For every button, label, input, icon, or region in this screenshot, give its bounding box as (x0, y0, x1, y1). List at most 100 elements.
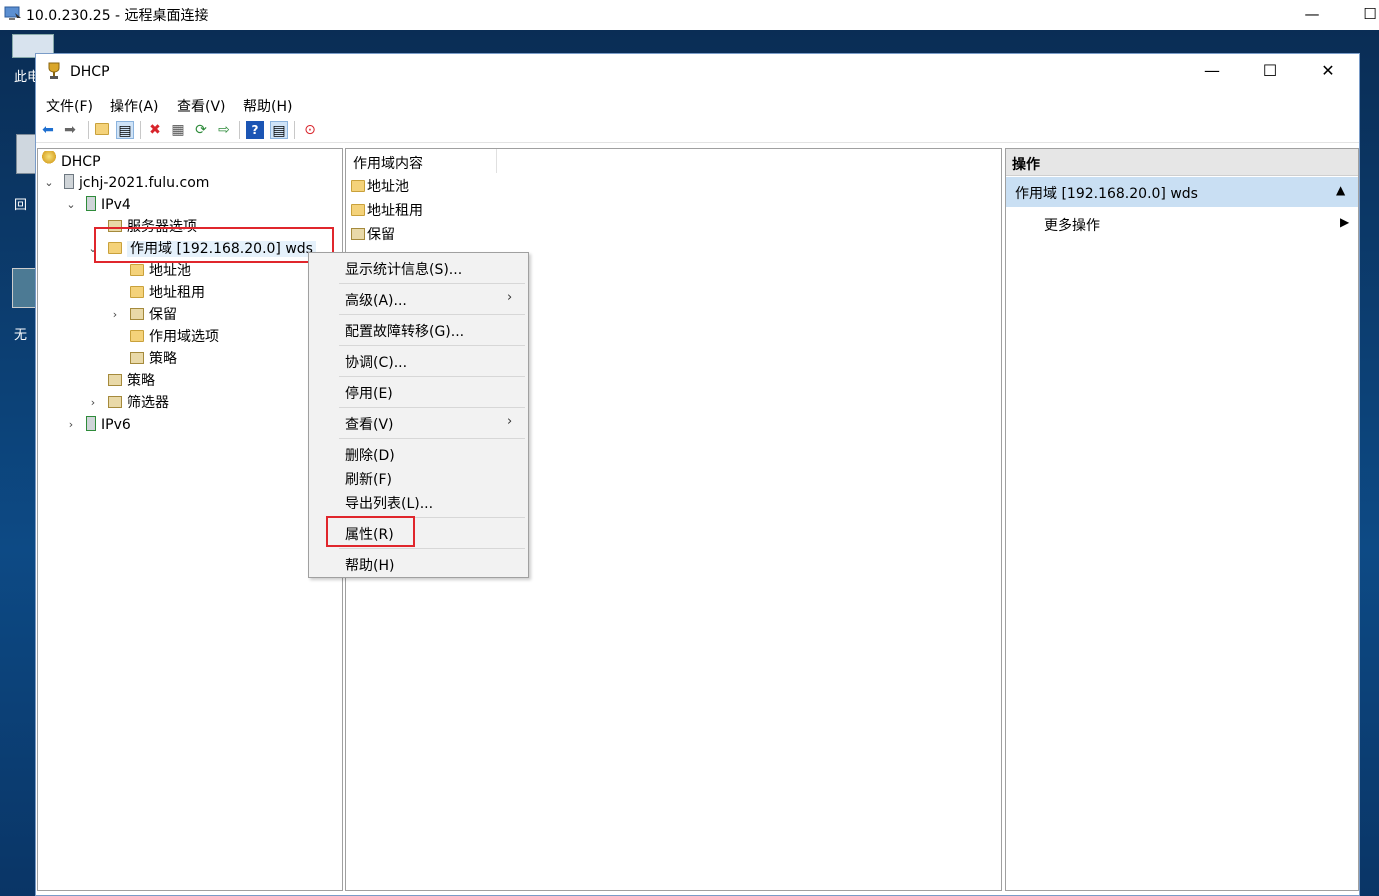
up-folder-icon[interactable] (93, 121, 111, 139)
menu-item-delete[interactable]: 删除(D) (345, 445, 395, 465)
menu-separator (339, 438, 525, 439)
toolbar-separator (239, 121, 240, 139)
tree-node-policies[interactable]: 策略 (108, 371, 155, 391)
menu-item-refresh[interactable]: 刷新(F) (345, 469, 392, 489)
tree-node-scope-options[interactable]: 作用域选项 (130, 327, 219, 347)
window-minimize-button[interactable]: — (1183, 54, 1241, 90)
deactivate-icon[interactable]: ⊙ (301, 121, 319, 139)
submenu-arrow-icon: › (507, 290, 513, 305)
tree-label-reservations: 保留 (149, 307, 177, 323)
dhcp-icon (42, 151, 56, 167)
rdp-minimize-button[interactable]: — (1292, 0, 1332, 30)
tree-label-policies: 策略 (127, 373, 155, 389)
menu-item-advanced[interactable]: 高级(A)... (345, 290, 407, 310)
list-item[interactable]: 地址池 (351, 177, 409, 197)
menu-item-help[interactable]: 帮助(H) (345, 555, 394, 575)
toolbar-separator (140, 121, 141, 139)
menu-separator (339, 407, 525, 408)
desktop-label-recycle-bin: 回 (14, 198, 28, 213)
menu-item-export-list[interactable]: 导出列表(L)... (345, 493, 433, 513)
chevron-down-icon[interactable]: ⌄ (65, 195, 77, 215)
chevron-down-icon[interactable]: ⌄ (43, 173, 55, 193)
menu-item-show-statistics[interactable]: 显示统计信息(S)... (345, 259, 462, 279)
menu-item-configure-failover[interactable]: 配置故障转移(G)... (345, 321, 464, 341)
show-hide-tree-icon[interactable]: ▤ (116, 121, 134, 139)
chevron-right-icon: ▶ (1340, 215, 1350, 229)
highlight-box-properties (326, 516, 415, 547)
menu-help[interactable]: 帮助(H) (243, 96, 292, 116)
menu-view[interactable]: 查看(V) (177, 96, 226, 116)
help-icon[interactable]: ? (246, 121, 264, 139)
back-arrow-icon[interactable]: ⬅ (39, 121, 57, 139)
menu-separator (339, 345, 525, 346)
collapse-up-icon[interactable]: ▲ (1336, 183, 1345, 197)
menu-file[interactable]: 文件(F) (46, 96, 93, 116)
tree-label-scope-options: 作用域选项 (149, 329, 219, 345)
tree-node-filters[interactable]: 筛选器 (108, 393, 169, 413)
window-maximize-button[interactable]: ☐ (1241, 54, 1299, 90)
tree-label-address-pool: 地址池 (149, 263, 191, 279)
refresh-icon[interactable]: ⟳ (192, 121, 210, 139)
tree-node-scope-policies[interactable]: 策略 (130, 349, 177, 369)
policies-icon (108, 374, 122, 386)
actions-pane: 操作 作用域 [192.168.20.0] wds ▲ 更多操作 ▶ (1005, 148, 1359, 891)
tree-label-filters: 筛选器 (127, 395, 169, 411)
column-header[interactable]: 作用域内容 (346, 149, 497, 173)
chevron-right-icon[interactable]: › (87, 393, 99, 413)
menu-item-view[interactable]: 查看(V) (345, 414, 394, 434)
list-item[interactable]: 地址租用 (351, 201, 423, 221)
show-hide-action-pane-icon[interactable]: ▤ (270, 121, 288, 139)
rdp-maximize-button[interactable]: ☐ (1350, 0, 1379, 30)
tree-label-address-leases: 地址租用 (149, 285, 205, 301)
tree-node-ipv4[interactable]: IPv4 (86, 195, 131, 215)
window-title: DHCP (70, 64, 110, 80)
window-close-button[interactable]: ✕ (1299, 54, 1357, 90)
list-item-label: 地址租用 (367, 203, 423, 219)
tree-node-dhcp[interactable]: DHCP (42, 151, 101, 171)
list-item-label: 保留 (367, 227, 395, 243)
chevron-right-icon[interactable]: › (109, 305, 121, 325)
menu-item-deactivate[interactable]: 停用(E) (345, 383, 393, 403)
properties-icon[interactable]: ▦ (169, 121, 187, 139)
rdp-title-bar: 10.0.230.25 - 远程桌面连接 — ☐ (0, 0, 1379, 30)
chevron-right-icon[interactable]: › (65, 415, 77, 435)
toolbar: ⬅ ➡ ▤ ✖ ▦ ⟳ ⇨ ? ▤ ⊙ (36, 118, 1359, 143)
menu-action[interactable]: 操作(A) (110, 96, 159, 116)
menu-bar: 文件(F) 操作(A) 查看(V) 帮助(H) (36, 92, 1359, 116)
reservations-icon (130, 308, 144, 320)
menu-separator (339, 548, 525, 549)
dhcp-window: DHCP — ☐ ✕ 文件(F) 操作(A) 查看(V) 帮助(H) ⬅ ➡ ▤… (35, 53, 1360, 896)
list-item[interactable]: 保留 (351, 225, 395, 245)
actions-section-label: 作用域 [192.168.20.0] wds (1015, 186, 1198, 202)
scope-options-icon (130, 330, 144, 342)
dhcp-app-icon (48, 62, 60, 79)
server-icon (64, 174, 74, 189)
menu-item-reconcile[interactable]: 协调(C)... (345, 352, 407, 372)
tree-label-ipv4: IPv4 (101, 197, 131, 213)
address-leases-icon (130, 286, 144, 298)
export-list-icon[interactable]: ⇨ (215, 121, 233, 139)
column-header-label: 作用域内容 (353, 156, 423, 172)
tree-node-reservations[interactable]: 保留 (130, 305, 177, 325)
actions-section-scope[interactable]: 作用域 [192.168.20.0] wds ▲ (1006, 177, 1358, 207)
filter-icon (108, 396, 122, 408)
desktop-label-file: 无 (14, 328, 28, 343)
tree-node-address-pool[interactable]: 地址池 (130, 261, 191, 281)
menu-separator (339, 283, 525, 284)
delete-icon[interactable]: ✖ (146, 121, 164, 139)
ipv4-icon (86, 196, 96, 211)
actions-header-label: 操作 (1012, 157, 1040, 173)
tree-node-address-leases[interactable]: 地址租用 (130, 283, 205, 303)
more-actions-item[interactable]: 更多操作 (1044, 215, 1100, 235)
menu-separator (339, 314, 525, 315)
toolbar-separator (294, 121, 295, 139)
tree-node-ipv6[interactable]: IPv6 (86, 415, 131, 435)
tree-node-server[interactable]: jchj-2021.fulu.com (64, 173, 209, 193)
forward-arrow-icon[interactable]: ➡ (61, 121, 79, 139)
reservations-icon (351, 228, 365, 240)
address-leases-icon (351, 204, 365, 216)
rdp-title: 10.0.230.25 - 远程桌面连接 (26, 8, 209, 24)
tree-label-ipv6: IPv6 (101, 417, 131, 433)
tree-label-server: jchj-2021.fulu.com (79, 175, 210, 191)
ipv6-icon (86, 416, 96, 431)
